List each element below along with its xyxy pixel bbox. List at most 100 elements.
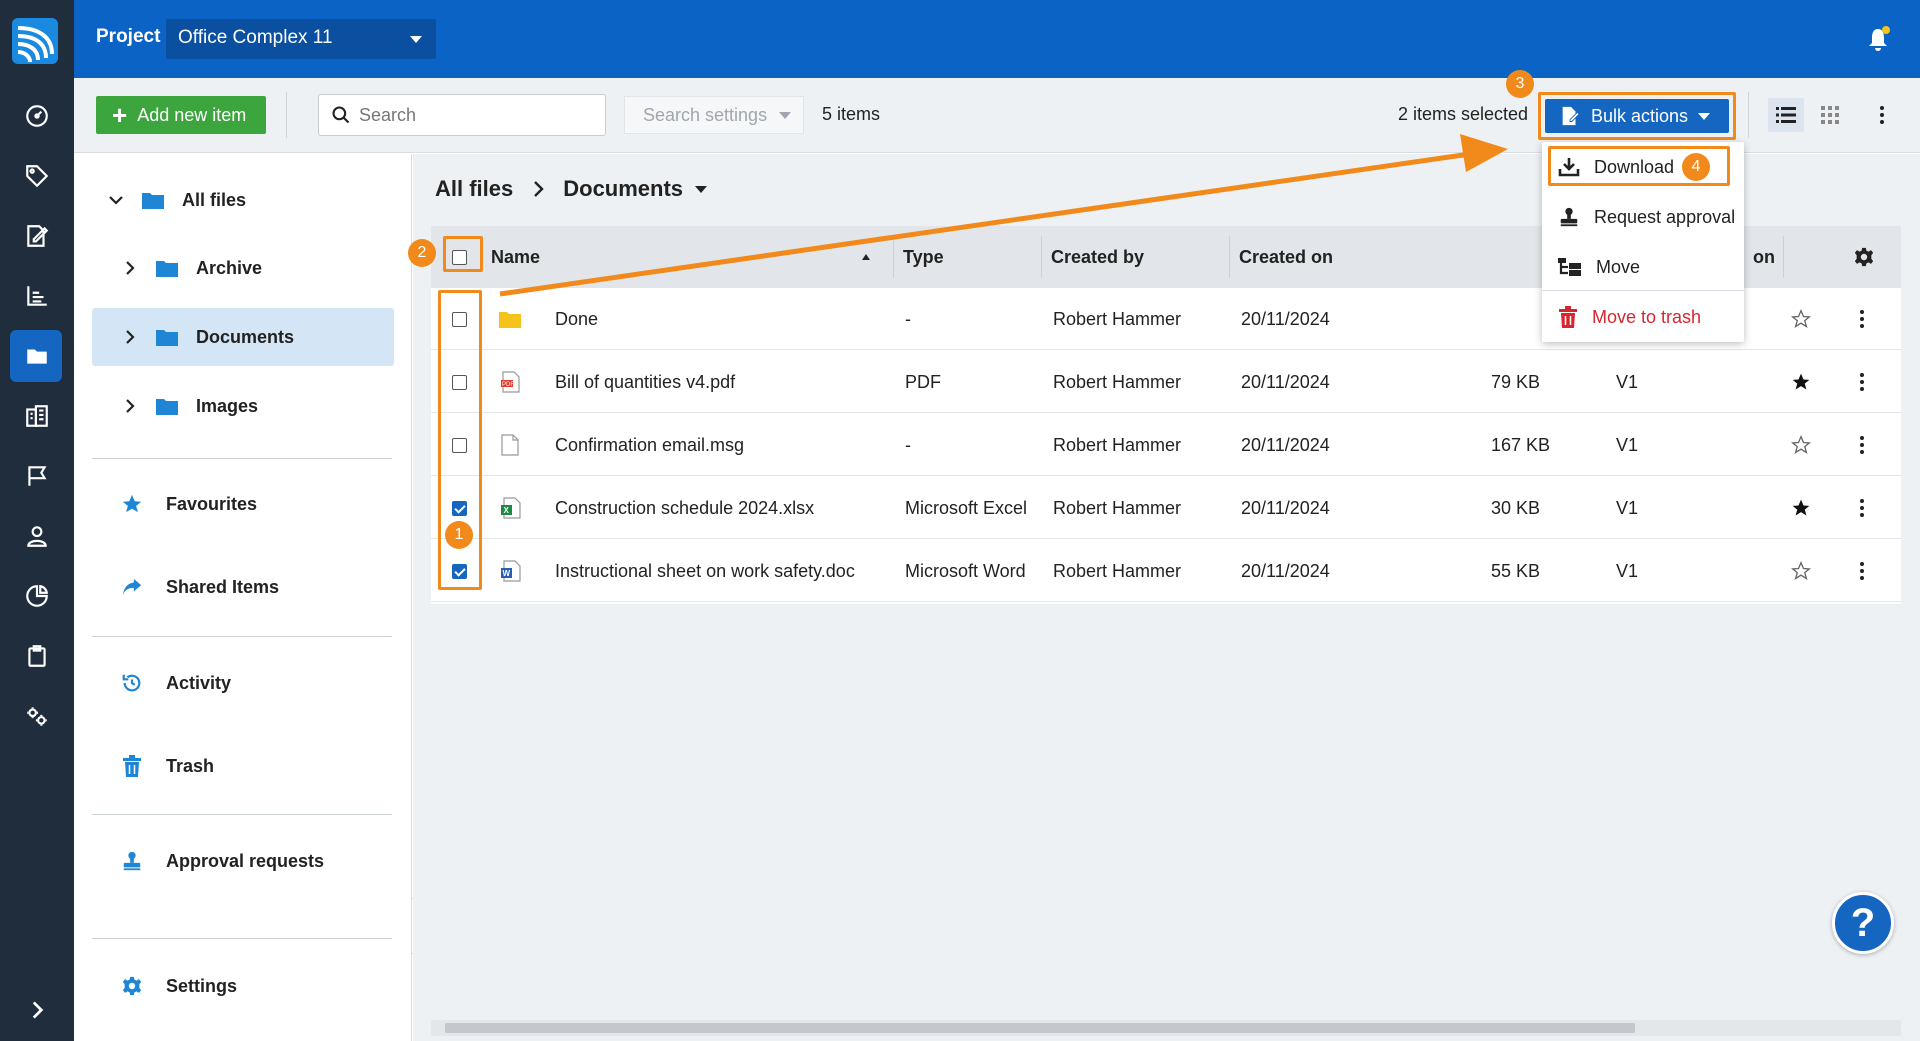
sidebar-item-approval-requests[interactable]: Approval requests [120,841,324,881]
row-version: V1 [1616,434,1639,455]
chevron-right-icon[interactable] [118,260,142,276]
step-3-badge: 3 [1506,70,1534,98]
stamp-icon [1560,207,1578,227]
bulk-actions-button[interactable]: Bulk actions [1545,99,1729,133]
star-outline-icon[interactable] [1791,309,1811,329]
stamp-icon [123,851,141,871]
sidebar-item-shared-items[interactable]: Shared Items [120,567,279,607]
star-filled-icon[interactable] [1791,498,1811,518]
row-name[interactable]: Construction schedule 2024.xlsx [555,477,814,539]
add-new-item-button[interactable]: + Add new item [96,96,266,134]
menu-item-move-to-trash[interactable]: Move to trash [1542,292,1744,342]
chevron-right-icon[interactable] [118,398,142,414]
sidebar-item-favourites[interactable]: Favourites [120,484,257,524]
item-count: 5 items [822,104,881,124]
bulk-actions-highlight: Bulk actions [1538,92,1736,140]
menu-item-request-approval[interactable]: Request approval [1542,192,1744,242]
table-row[interactable]: Confirmation email.msg - Robert Hammer 2… [431,414,1901,476]
row-created-by: Robert Hammer [1053,434,1182,455]
chevron-down-icon[interactable] [104,192,128,208]
rail-files-icon[interactable] [0,330,74,382]
app-logo-icon[interactable] [10,16,60,66]
row-created-on: 20/11/2024 [1241,434,1330,455]
chevron-down-icon[interactable] [695,185,708,193]
menu-item-move[interactable]: Move [1542,242,1744,292]
column-header-name[interactable]: Name [491,226,881,288]
star-filled-icon[interactable] [1791,372,1811,392]
scrollbar-thumb[interactable] [445,1023,1635,1033]
help-button[interactable]: ? [1832,892,1894,954]
row-name[interactable]: Bill of quantities v4.pdf [555,351,735,413]
bulk-actions-label: Bulk actions [1591,105,1689,126]
column-settings-button[interactable] [1853,226,1875,288]
column-header-version[interactable]: on [1753,226,1775,288]
sidebar-item-activity[interactable]: Activity [120,663,231,703]
generic-file-icon [501,434,519,456]
more-options-button[interactable] [1870,98,1894,132]
table-row[interactable]: PDF Bill of quantities v4.pdf PDF Robert… [431,351,1901,413]
rail-chart-icon[interactable] [0,270,74,322]
grid-view-button[interactable] [1812,98,1848,132]
tree-item-all-files[interactable]: All files [104,171,394,229]
history-icon [122,674,141,692]
rail-gears-icon[interactable] [0,690,74,742]
table-row[interactable]: W Instructional sheet on work safety.doc… [431,540,1901,602]
sidebar-item-label: Activity [166,672,232,693]
share-arrow-icon [122,578,142,596]
tree-item-documents[interactable]: Documents [92,308,394,366]
column-header-label: on [1753,246,1775,267]
column-header-created-on[interactable]: Created on [1239,226,1333,288]
row-name[interactable]: Instructional sheet on work safety.doc [555,540,855,602]
document-edit-icon [1562,106,1580,126]
project-selector[interactable]: Office Complex 11 [166,19,436,59]
row-more-button[interactable] [1860,351,1864,413]
horizontal-scrollbar[interactable] [431,1020,1901,1036]
rail-dashboard-icon[interactable] [0,90,74,142]
selected-count: 2 items selected [1398,104,1529,124]
row-name[interactable]: Confirmation email.msg [555,414,744,476]
menu-item-label: Request approval [1594,206,1736,227]
row-more-button[interactable] [1860,477,1864,539]
tree-item-archive[interactable]: Archive [118,239,394,297]
rail-flag-icon[interactable] [0,450,74,502]
row-version: V1 [1616,371,1639,392]
row-more-button[interactable] [1860,414,1864,476]
rail-tag-icon[interactable] [0,150,74,202]
column-header-type[interactable]: Type [903,226,944,288]
breadcrumb-root-link[interactable]: All files [435,176,513,202]
step-2-badge: 2 [408,239,436,267]
rail-edit-document-icon[interactable] [0,210,74,262]
row-more-button[interactable] [1860,288,1864,350]
star-outline-icon[interactable] [1791,435,1811,455]
row-name[interactable]: Done [555,288,598,350]
row-more-button[interactable] [1860,540,1864,602]
tree-item-label: Images [196,395,259,416]
column-divider [1041,236,1042,278]
rail-clipboard-icon[interactable] [0,630,74,682]
folder-icon [142,193,164,209]
sidebar-item-settings[interactable]: Settings [120,966,237,1006]
plus-icon: + [112,100,128,130]
breadcrumb-current[interactable]: Documents [563,176,683,202]
sidebar-item-trash[interactable]: Trash [120,746,214,786]
table-row[interactable]: X Construction schedule 2024.xlsx Micros… [431,477,1901,539]
project-label: Project [96,26,161,47]
column-header-created-by[interactable]: Created by [1051,226,1144,288]
rail-expand-icon[interactable] [0,984,74,1036]
rail-pie-chart-icon[interactable] [0,570,74,622]
star-outline-icon[interactable] [1791,561,1811,581]
list-view-button[interactable] [1768,98,1804,132]
search-settings-dropdown[interactable]: Search settings [624,96,804,134]
rail-building-icon[interactable] [0,390,74,442]
row-type: - [905,308,911,329]
notification-bell-icon[interactable] [1866,26,1890,52]
row-version: V1 [1616,497,1639,518]
svg-text:PDF: PDF [502,382,514,388]
tree-item-images[interactable]: Images [118,377,394,435]
word-file-icon: W [501,560,521,582]
sidebar-item-label: Settings [166,975,238,996]
rail-user-icon[interactable] [0,510,74,562]
search-box[interactable] [318,94,606,136]
chevron-right-icon[interactable] [118,329,142,345]
search-input[interactable] [359,104,599,126]
